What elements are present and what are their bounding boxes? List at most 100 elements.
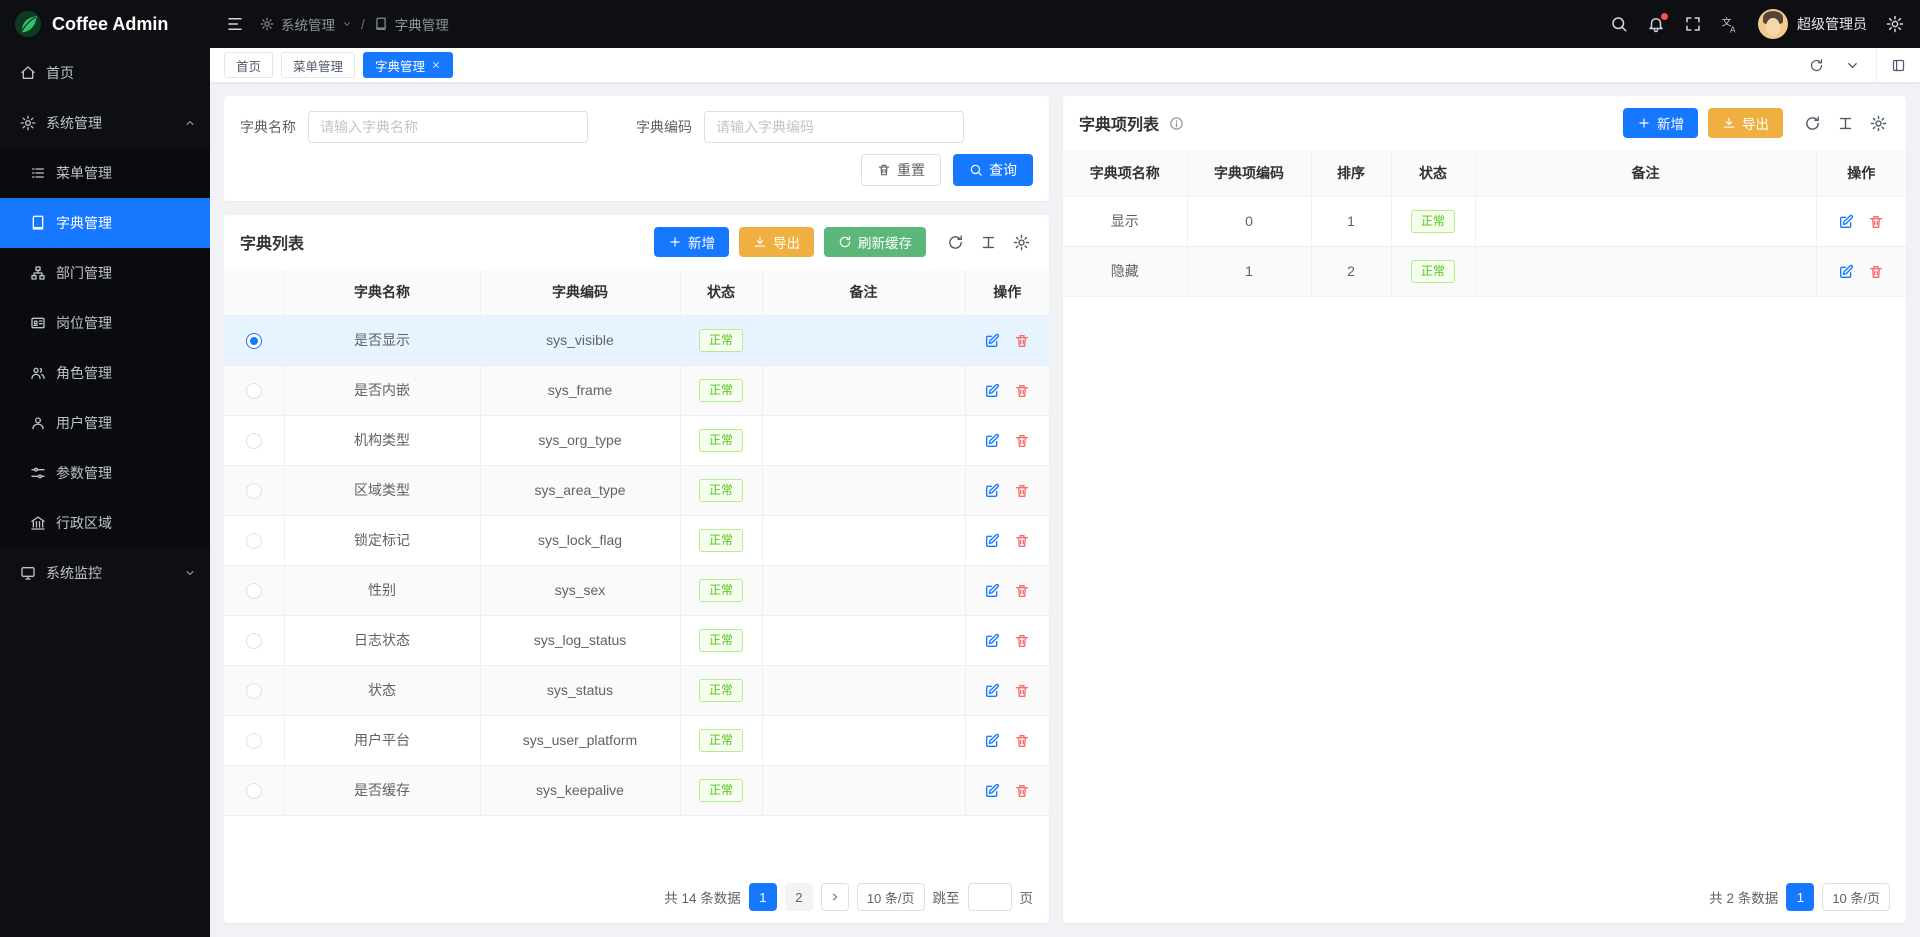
edit-row-button[interactable] bbox=[984, 583, 1000, 599]
app-logo[interactable]: Coffee Admin bbox=[0, 0, 210, 48]
delete-row-button[interactable] bbox=[1014, 683, 1030, 699]
dict-table-row[interactable]: 状态sys_status正常 bbox=[224, 665, 1049, 715]
dict-table-row[interactable]: 区域类型sys_area_type正常 bbox=[224, 465, 1049, 515]
sidebar-item-home[interactable]: 首页 bbox=[0, 48, 210, 98]
refresh-table-button[interactable] bbox=[944, 234, 967, 251]
notifications-button[interactable] bbox=[1647, 15, 1665, 33]
sidebar-item-menu-mgmt[interactable]: 菜单管理 bbox=[0, 148, 210, 198]
breadcrumb-level1[interactable]: 系统管理 bbox=[281, 14, 335, 34]
delete-row-button[interactable] bbox=[1014, 533, 1030, 549]
breadcrumb-level2[interactable]: 字典管理 bbox=[395, 14, 449, 34]
row-radio[interactable] bbox=[246, 483, 262, 499]
edit-row-button[interactable] bbox=[984, 733, 1000, 749]
delete-row-button[interactable] bbox=[1014, 483, 1030, 499]
item-table-row[interactable]: 隐藏12正常 bbox=[1063, 246, 1906, 296]
add-item-button[interactable]: 新增 bbox=[1623, 108, 1698, 138]
refresh-cache-button[interactable]: 刷新缓存 bbox=[824, 227, 926, 257]
dict-table-row[interactable]: 是否内嵌sys_frame正常 bbox=[224, 365, 1049, 415]
text-size-button[interactable] bbox=[1834, 115, 1857, 132]
item-table-row[interactable]: 显示01正常 bbox=[1063, 196, 1906, 246]
edit-row-button[interactable] bbox=[1838, 264, 1854, 280]
sidebar-item-user-mgmt[interactable]: 用户管理 bbox=[0, 398, 210, 448]
edit-row-button[interactable] bbox=[984, 783, 1000, 799]
edit-row-button[interactable] bbox=[984, 633, 1000, 649]
delete-row-button[interactable] bbox=[1014, 733, 1030, 749]
tab-menu-mgmt[interactable]: 菜单管理 bbox=[281, 52, 355, 78]
row-radio[interactable] bbox=[246, 683, 262, 699]
query-button[interactable]: 查询 bbox=[953, 154, 1033, 186]
delete-row-button[interactable] bbox=[1014, 333, 1030, 349]
sidebar-item-param-mgmt[interactable]: 参数管理 bbox=[0, 448, 210, 498]
delete-row-button[interactable] bbox=[1014, 383, 1030, 399]
content-fullscreen-button[interactable] bbox=[1876, 48, 1920, 82]
settings-button[interactable] bbox=[1886, 15, 1904, 33]
delete-row-button[interactable] bbox=[1868, 214, 1884, 230]
delete-row-button[interactable] bbox=[1868, 264, 1884, 280]
user-menu[interactable]: 超级管理员 bbox=[1758, 9, 1867, 39]
sidebar-item-dict-mgmt[interactable]: 字典管理 bbox=[0, 198, 210, 248]
dict-table-row[interactable]: 锁定标记sys_lock_flag正常 bbox=[224, 515, 1049, 565]
page-size-select[interactable]: 10 条/页 bbox=[857, 883, 925, 911]
add-dict-button[interactable]: 新增 bbox=[654, 227, 729, 257]
tab-home[interactable]: 首页 bbox=[224, 52, 273, 78]
row-radio[interactable] bbox=[246, 633, 262, 649]
row-radio[interactable] bbox=[246, 533, 262, 549]
text-size-button[interactable] bbox=[977, 234, 1000, 251]
close-icon[interactable] bbox=[431, 60, 441, 70]
delete-row-button[interactable] bbox=[1014, 633, 1030, 649]
dict-table-row[interactable]: 机构类型sys_org_type正常 bbox=[224, 415, 1049, 465]
fullscreen-button[interactable] bbox=[1684, 15, 1702, 33]
row-radio[interactable] bbox=[246, 583, 262, 599]
dict-table-row[interactable]: 是否缓存sys_keepalive正常 bbox=[224, 765, 1049, 815]
edit-row-button[interactable] bbox=[1838, 214, 1854, 230]
edit-icon bbox=[984, 783, 1000, 799]
dict-name-input[interactable] bbox=[308, 111, 588, 143]
delete-row-button[interactable] bbox=[1014, 583, 1030, 599]
tab-actions-dropdown[interactable] bbox=[1834, 48, 1870, 82]
status-badge: 正常 bbox=[699, 679, 743, 702]
dict-code-input[interactable] bbox=[704, 111, 964, 143]
page-size-select[interactable]: 10 条/页 bbox=[1822, 883, 1890, 911]
jump-page-input[interactable] bbox=[968, 883, 1012, 911]
sidebar-item-post-mgmt[interactable]: 岗位管理 bbox=[0, 298, 210, 348]
export-dict-button[interactable]: 导出 bbox=[739, 227, 814, 257]
next-page-button[interactable] bbox=[821, 883, 849, 911]
sidebar-item-region-mgmt[interactable]: 行政区域 bbox=[0, 498, 210, 548]
delete-row-button[interactable] bbox=[1014, 433, 1030, 449]
reset-button[interactable]: 重置 bbox=[861, 154, 941, 186]
dict-table-row[interactable]: 性别sys_sex正常 bbox=[224, 565, 1049, 615]
edit-row-button[interactable] bbox=[984, 483, 1000, 499]
system-submenu: 菜单管理 字典管理 部门管理 岗位管理 角色管理 用户管理 bbox=[0, 148, 210, 548]
sidebar-group-system-monitor[interactable]: 系统监控 bbox=[0, 548, 210, 598]
page-button-1[interactable]: 1 bbox=[749, 883, 777, 911]
row-radio[interactable] bbox=[246, 733, 262, 749]
row-radio[interactable] bbox=[246, 333, 262, 349]
search-button[interactable] bbox=[1610, 15, 1628, 33]
dict-table-row[interactable]: 用户平台sys_user_platform正常 bbox=[224, 715, 1049, 765]
row-radio[interactable] bbox=[246, 783, 262, 799]
translate-button[interactable]: 文A bbox=[1721, 15, 1739, 33]
refresh-table-button[interactable] bbox=[1801, 115, 1824, 132]
sidebar-item-role-mgmt[interactable]: 角色管理 bbox=[0, 348, 210, 398]
page-button-2[interactable]: 2 bbox=[785, 883, 813, 911]
edit-row-button[interactable] bbox=[984, 433, 1000, 449]
column-settings-button[interactable] bbox=[1010, 234, 1033, 251]
dict-table-row[interactable]: 是否显示sys_visible正常 bbox=[224, 315, 1049, 365]
refresh-tab-button[interactable] bbox=[1798, 48, 1834, 82]
sidebar-group-system-mgmt[interactable]: 系统管理 bbox=[0, 98, 210, 148]
row-radio[interactable] bbox=[246, 433, 262, 449]
edit-row-button[interactable] bbox=[984, 333, 1000, 349]
edit-row-button[interactable] bbox=[984, 383, 1000, 399]
row-radio[interactable] bbox=[246, 383, 262, 399]
edit-row-button[interactable] bbox=[984, 683, 1000, 699]
column-settings-button[interactable] bbox=[1867, 115, 1890, 132]
dict-table-row[interactable]: 日志状态sys_log_status正常 bbox=[224, 615, 1049, 665]
collapse-sidebar-button[interactable] bbox=[226, 15, 244, 33]
delete-row-button[interactable] bbox=[1014, 783, 1030, 799]
page-button-1[interactable]: 1 bbox=[1786, 883, 1814, 911]
export-item-button[interactable]: 导出 bbox=[1708, 108, 1783, 138]
sidebar-item-dept-mgmt[interactable]: 部门管理 bbox=[0, 248, 210, 298]
tab-dict-mgmt[interactable]: 字典管理 bbox=[363, 52, 453, 78]
edit-row-button[interactable] bbox=[984, 533, 1000, 549]
breadcrumb-separator: / bbox=[361, 17, 365, 32]
